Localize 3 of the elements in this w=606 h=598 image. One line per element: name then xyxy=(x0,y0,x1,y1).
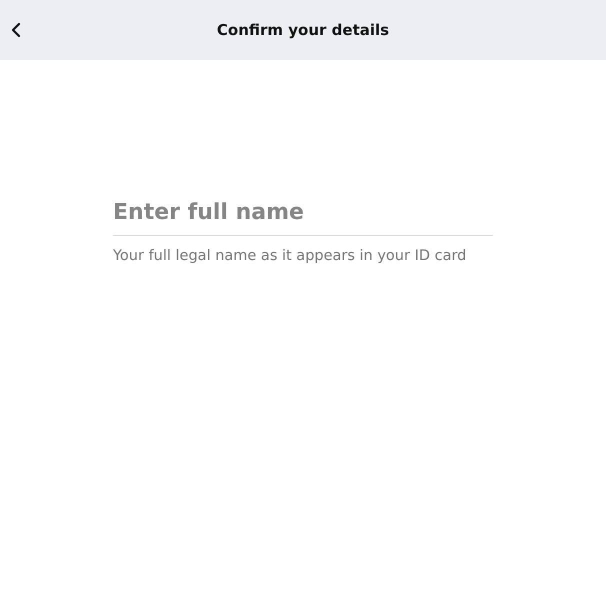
field-hint: Your full legal name as it appears in your ID card xyxy=(113,248,468,264)
back-icon xyxy=(10,22,22,38)
page-title: Confirm your details xyxy=(216,21,390,39)
